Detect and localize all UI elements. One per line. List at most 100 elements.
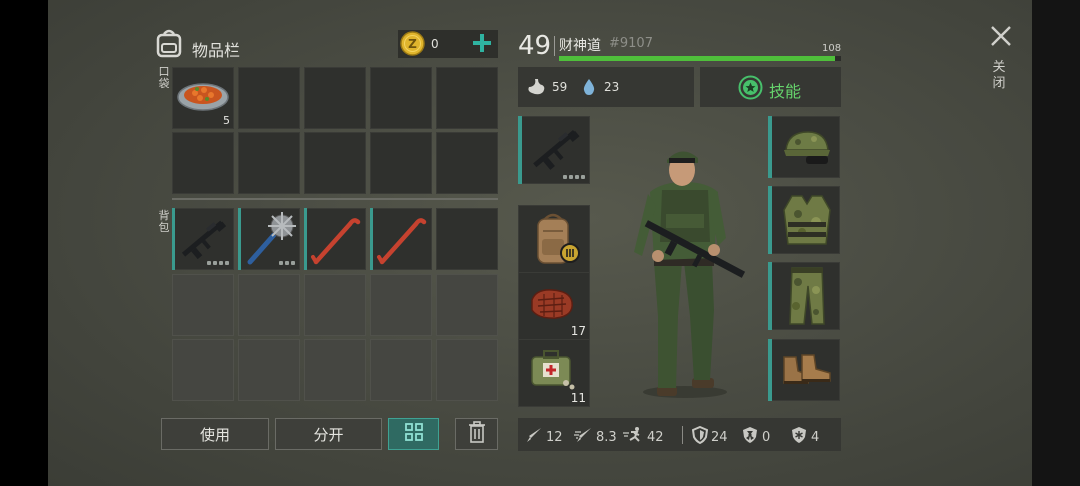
- backpack-slot-6[interactable]: [172, 274, 234, 336]
- backpack-slot-3[interactable]: [304, 208, 366, 270]
- backpack-slot-equip[interactable]: [518, 205, 590, 273]
- pocket-slot-4[interactable]: [370, 67, 432, 129]
- pocket-slot-9[interactable]: [370, 132, 432, 194]
- speed-value: 42: [647, 429, 664, 445]
- radiation-value: 0: [762, 429, 771, 445]
- pocket-slot-5[interactable]: [436, 67, 498, 129]
- skills-label: 技能: [769, 82, 802, 101]
- durability-dots: [563, 175, 585, 179]
- cold-stat: 4: [790, 426, 819, 448]
- item-count: 5: [223, 114, 230, 127]
- knife-icon: [525, 426, 543, 448]
- right-letterbox: [1032, 0, 1080, 486]
- level-separator: [554, 36, 555, 56]
- attack-speed-stat: 8.3: [573, 426, 617, 448]
- backpack-slot-14[interactable]: [370, 339, 432, 401]
- radiation-icon: [741, 426, 759, 448]
- backpack-slot-15[interactable]: [436, 339, 498, 401]
- thirst-value: 23: [604, 80, 620, 94]
- crowbar-icon: [310, 212, 362, 270]
- trash-button[interactable]: [455, 418, 498, 450]
- backpack-slot-8[interactable]: [304, 274, 366, 336]
- grid-view-icon: [404, 422, 424, 446]
- shield-icon: [691, 425, 709, 448]
- assault-rifle-icon: [527, 122, 583, 180]
- slot-accent: [518, 116, 522, 184]
- inventory-title: 物品栏: [192, 41, 241, 60]
- pocket-label: 口袋: [158, 65, 170, 90]
- close-label: 关闭: [992, 60, 1006, 91]
- backpack-slot-13[interactable]: [304, 339, 366, 401]
- backpack-slot-9[interactable]: [370, 274, 432, 336]
- assault-rifle-icon: [176, 216, 230, 266]
- radiation-stat: 0: [741, 426, 770, 448]
- trash-icon: [468, 421, 486, 447]
- xp-bar-fill: [559, 56, 836, 61]
- first-aid-kit-icon: [528, 347, 576, 395]
- pocket-slot-8[interactable]: [304, 132, 366, 194]
- use-button[interactable]: 使用: [161, 418, 269, 450]
- backpack-slot-4[interactable]: [370, 208, 432, 270]
- backpack-slot-5[interactable]: [436, 208, 498, 270]
- armor-stat: 24: [691, 425, 728, 448]
- weapon-slot[interactable]: [518, 116, 590, 184]
- coin-count: 0: [431, 37, 439, 51]
- swift-blade-icon: [573, 426, 593, 448]
- legs-slot[interactable]: [768, 262, 840, 330]
- add-coins-button[interactable]: [471, 32, 493, 54]
- camo-pants-icon: [782, 266, 832, 330]
- head-slot[interactable]: [768, 116, 840, 178]
- backpack-header-icon: [155, 28, 183, 58]
- xp-bar-track: [559, 56, 841, 61]
- pocket-slot-3[interactable]: [304, 67, 366, 129]
- coin-icon: Z: [400, 31, 425, 56]
- player-id: #9107: [609, 36, 653, 51]
- attack-speed-value: 8.3: [596, 429, 617, 445]
- armor-value: 24: [711, 429, 728, 445]
- item-count: 17: [570, 324, 586, 338]
- feet-slot[interactable]: [768, 339, 840, 401]
- stomach-icon: [526, 78, 546, 100]
- split-button[interactable]: 分开: [275, 418, 382, 450]
- grid-view-button[interactable]: [388, 418, 439, 450]
- pocket-slot-2[interactable]: [238, 67, 300, 129]
- left-letterbox: [0, 0, 48, 486]
- crowbar-icon: [376, 212, 428, 270]
- close-icon: [989, 24, 1013, 52]
- backpack-slot-10[interactable]: [436, 274, 498, 336]
- boots-icon: [780, 351, 834, 391]
- backpack-icon: [532, 211, 580, 271]
- water-drop-icon: [582, 78, 596, 100]
- xp-max: 108: [822, 43, 842, 54]
- player-name: 财神道: [559, 38, 601, 54]
- pocket-slot-6[interactable]: [172, 132, 234, 194]
- cold-value: 4: [811, 429, 820, 445]
- pocket-slot-7[interactable]: [238, 132, 300, 194]
- backpack-slot-1[interactable]: [172, 208, 234, 270]
- player-level: 49: [518, 31, 552, 61]
- backpack-label: 背包: [158, 209, 170, 234]
- star-badge-icon: [738, 75, 763, 104]
- body-slot[interactable]: [768, 186, 840, 254]
- pocket-slot-10[interactable]: [436, 132, 498, 194]
- item-count: 11: [570, 391, 586, 405]
- backpack-slot-2[interactable]: [238, 208, 300, 270]
- food-slot[interactable]: 17: [518, 272, 590, 340]
- backpack-slot-11[interactable]: [172, 339, 234, 401]
- carrot-stew-icon: [177, 77, 229, 117]
- camo-cap-icon: [780, 126, 834, 174]
- backpack-slot-12[interactable]: [238, 339, 300, 401]
- pocket-slot-1[interactable]: 5: [172, 67, 234, 129]
- svg-text:Z: Z: [408, 37, 417, 51]
- close-button[interactable]: 关闭: [986, 22, 1016, 100]
- medical-slot[interactable]: 11: [518, 339, 590, 407]
- camo-vest-icon: [780, 192, 834, 252]
- damage-stat: 12: [525, 426, 563, 448]
- player-character: [610, 130, 760, 404]
- speed-stat: 42: [622, 426, 664, 448]
- durability-dots: [207, 261, 229, 265]
- hunger-value: 59: [552, 80, 568, 94]
- damage-value: 12: [546, 429, 563, 445]
- snowflake-shield-icon: [790, 426, 808, 448]
- backpack-slot-7[interactable]: [238, 274, 300, 336]
